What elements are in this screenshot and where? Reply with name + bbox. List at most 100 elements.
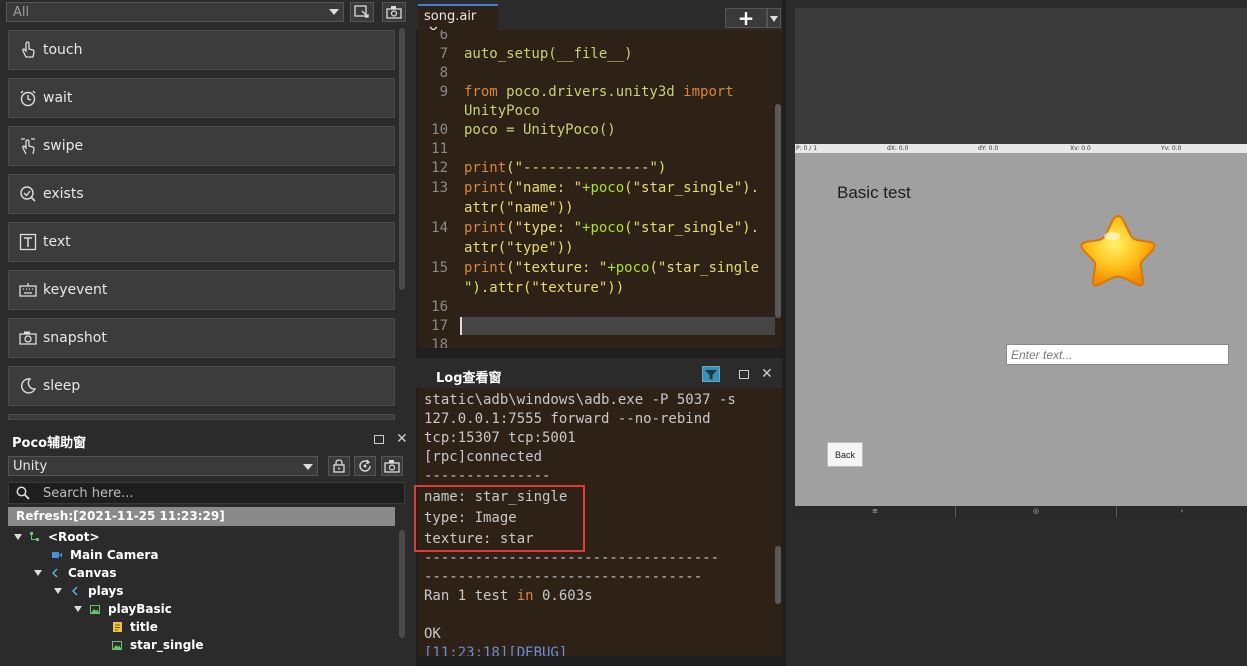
tree-node-plays[interactable]: plays — [54, 582, 123, 600]
add-script-button[interactable]: + — [725, 6, 767, 30]
command-label: swipe — [43, 138, 84, 154]
back-nav-icon[interactable]: ‹ — [1117, 507, 1247, 517]
screenshot-button[interactable] — [382, 2, 406, 22]
pointer-status-bar: P: 0 / 1 dX: 0.0 dY: 0.0 Xv: 0.0 Yv: 0.0 — [795, 144, 1247, 153]
lock-button[interactable] — [328, 456, 350, 476]
tree-node-label: plays — [88, 584, 124, 598]
log-line: [11:23:18][DEBUG] — [424, 645, 568, 656]
touch-command-button[interactable]: touch — [8, 30, 395, 70]
exists-command-button[interactable]: exists — [8, 174, 395, 214]
tree-node-label: Canvas — [68, 566, 117, 580]
poco-search-input[interactable]: Search here... — [8, 482, 405, 504]
command-label: touch — [43, 42, 83, 58]
swipe-icon — [19, 137, 37, 155]
back-button[interactable]: Back — [827, 442, 863, 467]
status-yv: Yv: 0.0 — [1161, 145, 1182, 152]
expand-arrow-icon[interactable] — [14, 534, 22, 540]
restore-icon[interactable] — [739, 370, 749, 379]
code-line: UnityPoco — [464, 103, 540, 119]
log-line: [rpc]connected — [424, 449, 543, 465]
code-line: print("name: "+poco("star_single"). — [464, 180, 760, 196]
code-editor[interactable]: 6 7 8 9 10 11 12 13 14 15 16 17 18 auto_… — [418, 30, 782, 348]
tree-node-main-camera[interactable]: Main Camera — [52, 546, 158, 564]
add-dropdown-button[interactable] — [767, 8, 781, 28]
poco-mode-select[interactable]: Unity — [8, 456, 318, 476]
line-number: 12 — [431, 160, 448, 176]
refresh-tree-button[interactable] — [354, 456, 376, 476]
enter-text-input[interactable]: Enter text... — [1006, 344, 1229, 365]
editor-scrollbar[interactable] — [775, 104, 781, 318]
tree-node-label: Main Camera — [70, 548, 159, 562]
expand-arrow-icon[interactable] — [34, 570, 42, 576]
wait-command-button[interactable]: wait — [8, 78, 395, 118]
expand-arrow-icon[interactable] — [74, 606, 82, 612]
status-p: P: 0 / 1 — [796, 145, 818, 152]
code-line: print("type: "+poco("star_single"). — [464, 220, 760, 236]
record-icon — [354, 5, 369, 18]
restore-icon[interactable] — [374, 435, 384, 444]
tree-node-playbasic[interactable]: playBasic — [74, 600, 172, 618]
swipe-command-button[interactable]: swipe — [8, 126, 395, 166]
node-root-icon — [30, 532, 40, 542]
close-icon[interactable]: ✕ — [396, 431, 408, 447]
log-line: Ran 1 test in 0.603s — [424, 588, 593, 604]
log-line: --------------------------------- — [424, 569, 703, 585]
tree-scrollbar[interactable] — [399, 530, 405, 638]
snapshot-command-button[interactable]: snapshot — [8, 318, 395, 358]
code-line: from poco.drivers.unity3d import — [464, 84, 734, 100]
canvas-node-icon — [50, 568, 60, 578]
code-line: attr("name")) — [464, 200, 574, 216]
filter-value: All — [13, 5, 30, 20]
status-dx: dX: 0.0 — [887, 145, 909, 152]
code-line: print("texture: "+poco("star_single — [464, 260, 760, 276]
filter-icon[interactable] — [702, 366, 720, 382]
chevron-down-icon[interactable] — [329, 9, 339, 15]
camera-node-icon — [52, 550, 62, 560]
code-line: poco = UnityPoco() — [464, 122, 616, 138]
tab-song-air[interactable]: song.air ✕ — [418, 4, 498, 39]
poco-screenshot-button[interactable] — [381, 456, 403, 476]
current-line-highlight — [460, 317, 775, 335]
tree-node-canvas[interactable]: Canvas — [34, 564, 117, 582]
highlight-annotation-box — [414, 485, 585, 552]
tree-node-star-single[interactable]: star_single — [112, 636, 204, 654]
record-button[interactable] — [350, 2, 374, 22]
line-number: 7 — [439, 46, 448, 62]
tree-node-root[interactable]: <Root> — [14, 528, 100, 546]
touch-icon — [19, 41, 37, 59]
refresh-icon — [359, 459, 371, 472]
poco-mode-value: Unity — [13, 459, 48, 474]
log-scrollbar[interactable] — [775, 546, 781, 604]
line-number: 13 — [431, 180, 448, 196]
command-list-scrollbar[interactable] — [399, 28, 405, 290]
next-command-button[interactable] — [8, 414, 395, 420]
command-label: sleep — [43, 378, 81, 394]
status-xv: Xv: 0.0 — [1070, 145, 1091, 152]
code-line: ").attr("texture")) — [464, 280, 625, 296]
tree-node-label: playBasic — [108, 602, 172, 616]
close-icon[interactable]: ✕ — [761, 366, 773, 382]
text-node-icon — [112, 622, 122, 632]
code-line: auto_setup(__file__) — [464, 46, 633, 62]
tree-node-title[interactable]: title — [112, 618, 158, 636]
log-line: tcp:15307 tcp:5001 — [424, 430, 576, 446]
command-filter-select[interactable]: All — [6, 2, 344, 22]
expand-arrow-icon[interactable] — [54, 588, 62, 594]
text-command-button[interactable]: text — [8, 222, 395, 262]
star-icon[interactable] — [1078, 212, 1158, 290]
search-icon — [16, 486, 30, 500]
chevron-down-icon — [770, 16, 778, 22]
sleep-command-button[interactable]: sleep — [8, 366, 395, 406]
tree-node-label: title — [130, 620, 158, 634]
log-line: --------------- — [424, 468, 551, 484]
clock-icon — [19, 89, 37, 107]
keyevent-command-button[interactable]: keyevent — [8, 270, 395, 310]
menu-nav-icon[interactable]: ≡ — [795, 507, 955, 517]
home-nav-icon[interactable]: ◎ — [956, 507, 1116, 517]
line-number: 8 — [439, 65, 448, 81]
poco-search-placeholder: Search here... — [43, 486, 134, 501]
image-node-icon — [90, 604, 100, 614]
line-number: 9 — [439, 84, 448, 100]
chevron-down-icon[interactable] — [303, 464, 313, 470]
command-label: snapshot — [43, 330, 107, 346]
